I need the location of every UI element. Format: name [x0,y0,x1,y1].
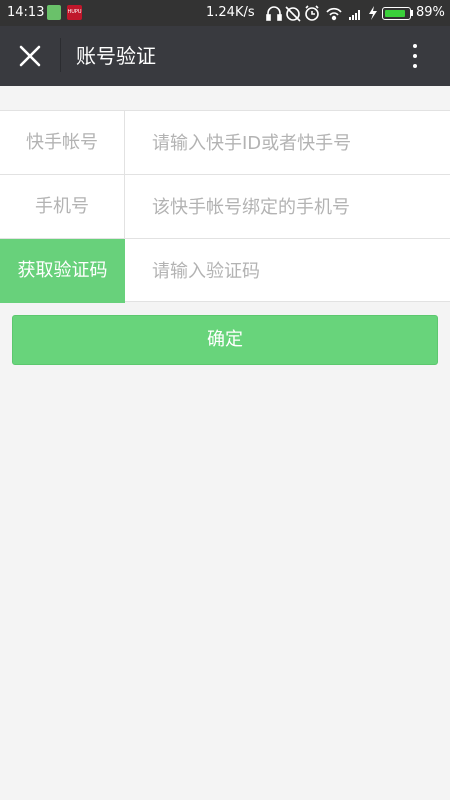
battery-percent: 89% [416,5,445,20]
verification-form: 快手帐号 手机号 获取验证码 [0,110,450,303]
confirm-button[interactable]: 确定 [12,315,438,365]
battery-icon [382,7,411,20]
more-vertical-icon-dot [413,64,417,68]
close-button[interactable] [10,36,50,76]
close-icon [19,45,41,67]
battery-tip [411,10,413,16]
battery-fill [384,9,405,17]
account-label: 快手帐号 [0,111,125,175]
more-menu-button[interactable] [400,36,430,76]
more-vertical-icon [413,44,417,48]
page-title: 账号验证 [76,44,156,68]
phone-input[interactable] [126,175,450,239]
network-speed: 1.24K/s [206,5,255,20]
status-time: 14:13 [7,5,45,20]
status-bar: 14:13 HUPU 1.24K/s 89% [0,0,450,26]
more-vertical-icon-dot [413,54,417,58]
sim-app-icon [47,5,61,20]
headset-icon [266,6,282,21]
hupu-app-icon: HUPU [67,5,82,20]
status-icons [266,5,377,22]
alarm-off-icon [285,6,301,22]
phone-row: 手机号 [0,175,450,239]
account-id-input[interactable] [126,111,450,175]
phone-label: 手机号 [0,175,125,239]
account-row: 快手帐号 [0,111,450,175]
signal-icon [349,10,360,20]
get-code-button[interactable]: 获取验证码 [0,239,125,303]
code-row: 获取验证码 [0,239,450,303]
title-bar: 账号验证 [0,26,450,86]
wifi-icon [326,7,342,21]
charging-icon [369,6,377,20]
verification-code-input[interactable] [126,239,450,303]
title-divider [60,38,61,72]
alarm-icon [305,5,319,21]
